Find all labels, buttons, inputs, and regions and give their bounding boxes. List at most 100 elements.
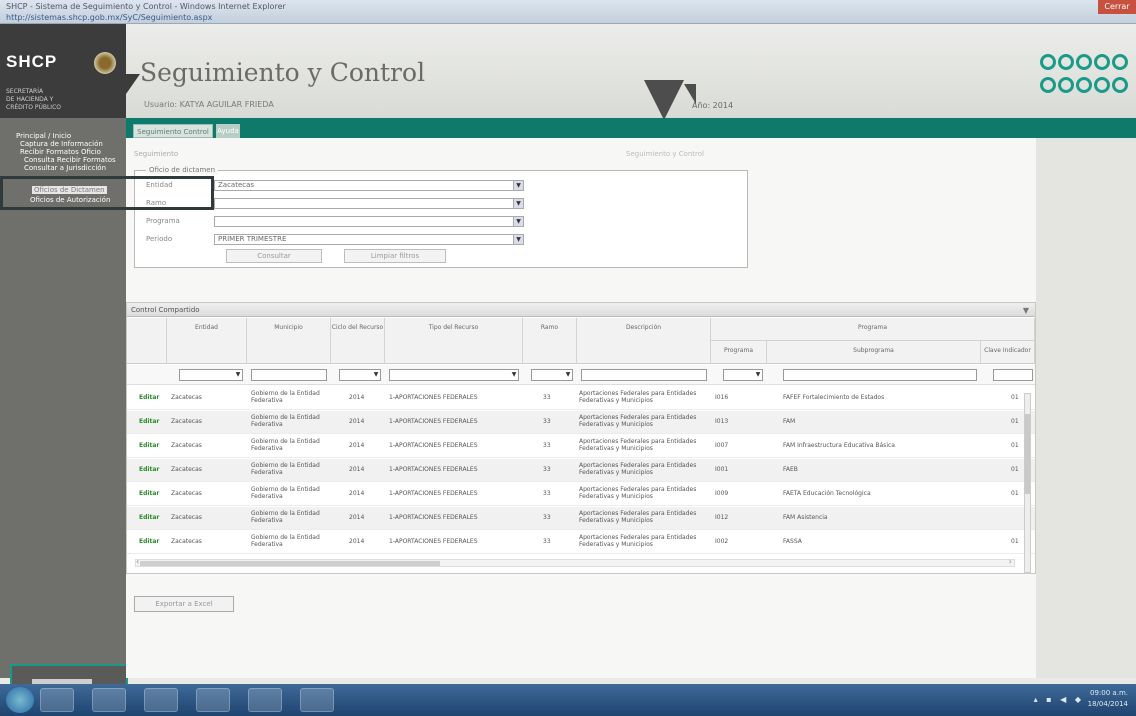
scroll-right-icon[interactable]: › [1009,557,1012,566]
circle-icon[interactable] [1040,77,1056,93]
sidebar-item-jurisdiccion[interactable]: Consultar a Jurisdicción [24,164,106,172]
header-descripcion[interactable]: Descripción [577,318,711,364]
horizontal-scrollbar[interactable]: ‹ › [135,557,1015,567]
paint-icon[interactable] [248,688,282,712]
vertical-scrollbar[interactable] [1024,393,1031,573]
header-ciclo[interactable]: Ciclo del Recurso [331,318,385,364]
sidebar-item-consulta[interactable]: Consulta Recibir Formatos [24,156,116,164]
edit-link[interactable]: Editar [139,514,159,521]
periodo-select[interactable]: PRIMER TRIMESTRE ▼ [214,234,524,245]
chevron-down-icon[interactable]: ▼ [513,235,523,244]
filter-ciclo-select[interactable]: ▼ [339,369,381,381]
sidebar-item-inicio[interactable]: Principal / Inicio [16,132,71,140]
filter-descripcion-input[interactable] [581,369,707,381]
header-programa[interactable]: Programa [711,340,767,364]
table-row[interactable]: Editar Zacatecas Gobierno de la Entidad Fe… [127,531,1035,554]
export-excel-button[interactable]: Exportar a Excel [134,596,234,612]
filter-subprograma-input[interactable] [783,369,977,381]
table-row[interactable]: Editar Zacatecas Gobierno de la Entidad Fe… [127,459,1035,482]
ramo-select[interactable]: ▼ [214,198,524,209]
ie-icon[interactable] [40,688,74,712]
limpiar-button[interactable]: Limpiar filtros [344,249,446,263]
scroll-thumb[interactable] [140,561,440,566]
cell-tipo: 1-APORTACIONES FEDERALES [389,490,478,497]
circle-icon[interactable] [1058,77,1074,93]
window-icon[interactable] [300,688,334,712]
chevron-down-icon[interactable]: ▼ [564,370,572,380]
chevron-down-icon[interactable]: ▼ [513,181,523,190]
entidad-select[interactable]: Zacatecas ▼ [214,180,524,191]
consultar-button[interactable]: Consultar [226,249,322,263]
table-row[interactable]: Editar Zacatecas Gobierno de la Entidad Fe… [127,483,1035,506]
edit-link[interactable]: Editar [139,442,159,449]
filter-tipo-select[interactable]: ▼ [389,369,519,381]
tab-seguimiento[interactable]: Seguimiento Control [133,124,213,138]
table-row[interactable]: Editar Zacatecas Gobierno de la Entidad Fe… [127,387,1035,410]
circle-icon[interactable] [1040,54,1056,70]
window-title: SHCP - Sistema de Seguimiento y Control … [6,2,286,11]
circle-icon[interactable] [1112,77,1128,93]
chevron-down-icon[interactable]: ▼ [513,199,523,208]
filter-entidad-select[interactable]: ▼ [179,369,243,381]
header-municipio[interactable]: Municipio [247,318,331,364]
table-row[interactable]: Editar Zacatecas Gobierno de la Entidad Fe… [127,507,1035,530]
header-subprograma[interactable]: Subprograma [767,340,981,364]
chevron-down-icon[interactable]: ▼ [754,370,762,380]
cell-descripcion: Aportaciones Federales para Entidades Fe… [579,438,697,452]
clock-time: 09:00 a.m. [1090,689,1128,697]
filter-programa-select[interactable]: ▼ [723,369,763,381]
chevron-down-icon[interactable]: ▼ [510,370,518,380]
social-icons [1040,54,1136,100]
start-button-icon[interactable] [6,687,34,713]
circle-icon[interactable] [1094,77,1110,93]
edit-link[interactable]: Editar [139,418,159,425]
periodo-label: Periodo [146,235,173,243]
edit-link[interactable]: Editar [139,538,159,545]
excel-icon[interactable] [196,688,230,712]
folder-icon[interactable] [92,688,126,712]
scroll-thumb[interactable] [1025,414,1030,494]
circle-icon[interactable] [1112,54,1128,70]
chevron-down-icon[interactable]: ▼ [372,370,380,380]
address-bar[interactable]: http://sistemas.shcp.gob.mx/SyC/Seguimie… [6,13,212,22]
window-close-button[interactable]: Cerrar [1098,0,1136,14]
circle-icon[interactable] [1094,54,1110,70]
chevron-down-icon[interactable]: ▼ [234,370,242,380]
cell-entidad: Zacatecas [171,394,202,401]
tray-icons[interactable]: ▴ ▪ ◀ ◆ [1034,695,1084,704]
programa-select[interactable]: ▼ [214,216,524,227]
tab-ayuda[interactable]: Ayuda [216,124,240,138]
collapse-icon[interactable]: ▼ [1023,304,1029,318]
filter-clave-input[interactable] [993,369,1033,381]
highlight-callout [0,176,214,210]
header-tipo[interactable]: Tipo del Recurso [385,318,523,364]
cell-ramo: 33 [543,538,551,545]
table-row[interactable]: Editar Zacatecas Gobierno de la Entidad Fe… [127,435,1035,458]
header-clave[interactable]: Clave Indicador [981,340,1035,364]
sidebar-item-captura[interactable]: Captura de Información [20,140,103,148]
system-clock[interactable]: 09:00 a.m. 18/04/2014 [1088,688,1128,710]
filter-municipio-input[interactable] [251,369,327,381]
edit-link[interactable]: Editar [139,394,159,401]
sidebar-item-recibir[interactable]: Recibir Formatos Oficio [20,148,101,156]
grid-filter-row: ▼ ▼ ▼ ▼ ▼ [127,365,1035,385]
cell-ciclo: 2014 [349,418,365,425]
cell-ramo: 33 [543,490,551,497]
edit-link[interactable]: Editar [139,490,159,497]
filter-ramo-select[interactable]: ▼ [531,369,573,381]
circle-icon[interactable] [1076,77,1092,93]
circle-icon[interactable] [1076,54,1092,70]
edit-link[interactable]: Editar [139,466,159,473]
scroll-left-icon[interactable]: ‹ [136,557,139,566]
cell-entidad: Zacatecas [171,466,202,473]
circle-icon[interactable] [1058,54,1074,70]
cell-ramo: 33 [543,418,551,425]
chevron-down-icon[interactable]: ▼ [513,217,523,226]
header-entidad[interactable]: Entidad [167,318,247,364]
cell-programa: I016 [715,394,729,401]
cell-programa: I001 [715,466,729,473]
header-programa-group: Programa [711,318,1035,340]
table-row[interactable]: Editar Zacatecas Gobierno de la Entidad Fe… [127,411,1035,434]
header-ramo[interactable]: Ramo [523,318,577,364]
media-icon[interactable] [144,688,178,712]
